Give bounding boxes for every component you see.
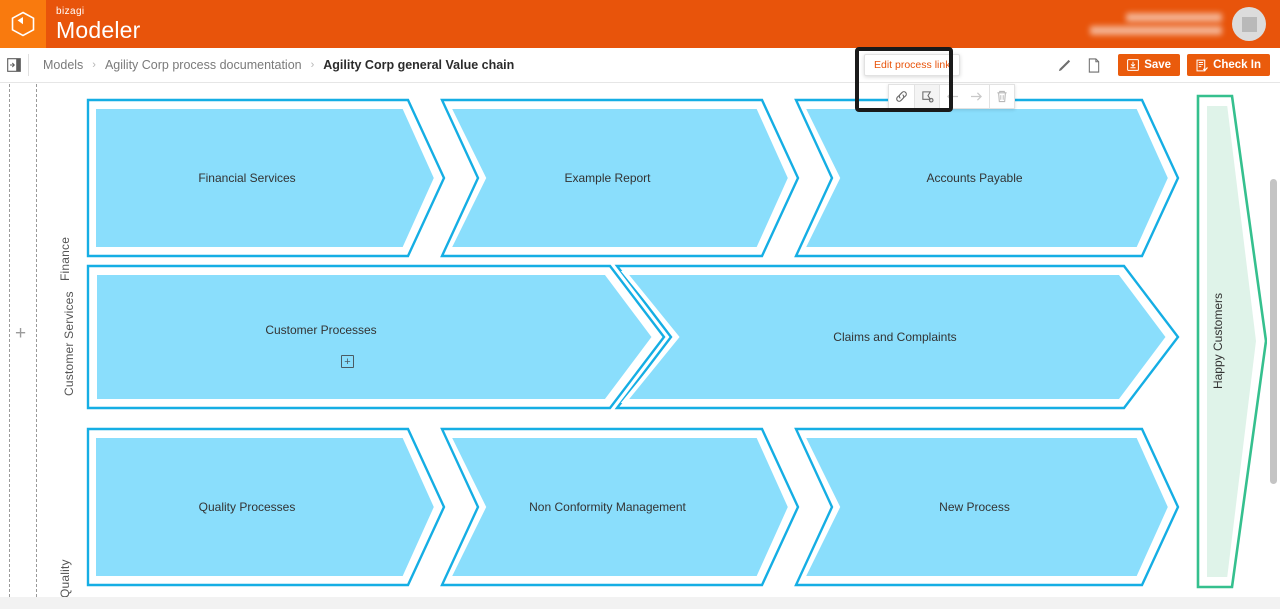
delete-shape-button[interactable] — [989, 85, 1014, 108]
arrow-right-icon — [971, 92, 982, 101]
breadcrumb-chevron-icon-0: › — [92, 59, 96, 71]
panel-toggle-button[interactable] — [0, 48, 28, 83]
save-button[interactable]: Save — [1118, 54, 1181, 76]
breadcrumb-item-1[interactable]: Agility Corp process documentation — [105, 58, 302, 72]
breadcrumb-item-0[interactable]: Models — [43, 58, 83, 72]
end-shape-label: Happy Customers — [1211, 293, 1225, 390]
pencil-icon — [1058, 59, 1070, 71]
add-lane-button[interactable]: + — [15, 324, 26, 343]
check-in-icon — [1196, 59, 1208, 71]
shape-context-toolbar — [888, 84, 1015, 109]
save-button-label: Save — [1144, 59, 1172, 71]
subprocess-marker-icon[interactable]: + — [341, 355, 354, 368]
horizontal-scrollbar[interactable] — [0, 597, 1280, 609]
header-right — [1090, 0, 1280, 48]
cube-logo-icon — [11, 11, 35, 37]
value-chain-shape-quality-processes[interactable]: Quality Processes — [86, 427, 446, 587]
add-shape-icon — [921, 91, 934, 103]
breadcrumb-actions: Save Check In — [1051, 52, 1280, 78]
lane-guide-line-left — [9, 84, 10, 597]
breadcrumb-divider — [28, 54, 29, 76]
brand-subtitle: bizagi — [56, 6, 85, 17]
horizontal-scrollbar-thumb[interactable] — [0, 600, 430, 607]
breadcrumb-item-2: Agility Corp general Value chain — [323, 58, 515, 72]
lane-guide-line-right — [36, 84, 37, 597]
add-shape-button[interactable] — [914, 85, 939, 108]
context-tooltip: Edit process link — [864, 54, 961, 76]
panel-toggle-icon — [7, 58, 21, 72]
brand-title: Modeler — [56, 17, 141, 43]
value-chain-shape-customer-processes[interactable]: Customer Processes + — [86, 264, 666, 410]
document-icon — [1089, 57, 1100, 73]
breadcrumb-bar: Models › Agility Corp process documentat… — [0, 48, 1280, 83]
value-chain-shape-financial-services[interactable]: Financial Services — [86, 98, 446, 258]
value-chain-shape-accounts-payable[interactable]: Accounts Payable — [794, 98, 1180, 258]
vertical-scrollbar-thumb[interactable] — [1270, 179, 1277, 484]
save-download-icon — [1127, 59, 1140, 71]
end-shape-label-wrap: Happy Customers — [1196, 94, 1268, 589]
avatar-placeholder-icon — [1241, 16, 1257, 32]
user-identity[interactable] — [1090, 11, 1222, 37]
app-logo[interactable] — [0, 0, 46, 48]
edit-process-link-button[interactable] — [889, 85, 914, 108]
value-chain-shape-non-conformity-management[interactable]: Non Conformity Management — [440, 427, 800, 587]
document-button[interactable] — [1081, 52, 1107, 78]
edit-process-link-icon — [896, 91, 907, 102]
user-org-redacted — [1090, 26, 1222, 35]
diagram-canvas[interactable]: + Finance Customer Services Quality Fina… — [0, 84, 1280, 609]
brand-block: bizagi Modeler — [56, 0, 141, 48]
value-chain-shape-claims-and-complaints[interactable]: Claims and Complaints — [614, 264, 1180, 410]
user-name-redacted — [1126, 13, 1222, 22]
breadcrumb-chevron-icon-1: › — [310, 59, 315, 71]
value-chain-shape-new-process[interactable]: New Process — [794, 427, 1180, 587]
value-chain-shape-example-report[interactable]: Example Report — [440, 98, 800, 258]
app-header: bizagi Modeler — [0, 0, 1280, 48]
vertical-scrollbar[interactable] — [1267, 84, 1280, 597]
check-in-button[interactable]: Check In — [1187, 54, 1270, 76]
move-left-button[interactable] — [939, 85, 964, 108]
avatar[interactable] — [1232, 7, 1266, 41]
arrow-left-icon — [946, 92, 958, 101]
check-in-button-label: Check In — [1213, 59, 1261, 71]
move-right-button[interactable] — [964, 85, 989, 108]
delete-icon — [997, 90, 1007, 103]
value-chain-end-shape-happy-customers[interactable]: Happy Customers — [1196, 94, 1268, 589]
edit-button[interactable] — [1051, 52, 1077, 78]
